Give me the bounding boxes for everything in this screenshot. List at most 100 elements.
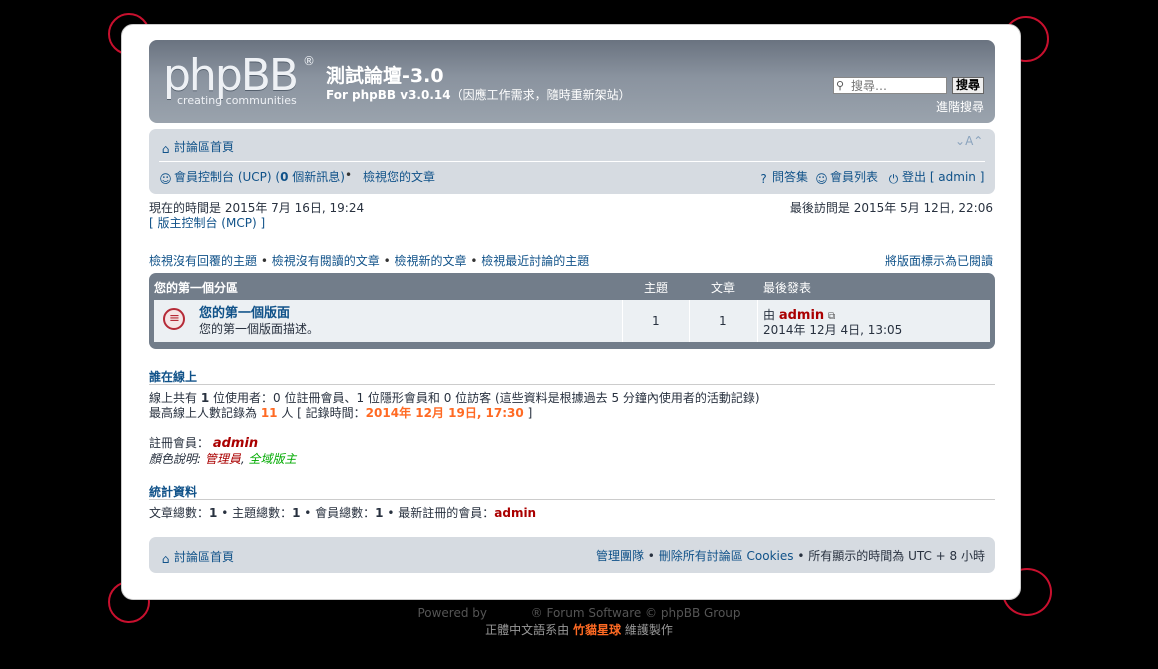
footer-home-link[interactable]: ⌂ 討論區首頁 (159, 548, 234, 566)
team-link[interactable]: 管理團隊 (596, 549, 644, 563)
total-members: 1 (375, 506, 384, 520)
breadcrumb-home[interactable]: ⌂ 討論區首頁 (159, 138, 234, 156)
members-icon: ☺ (815, 172, 828, 186)
view-own-posts-link[interactable]: 檢視您的文章 (363, 168, 435, 185)
ucp-label: 會員控制台 (UCP) ( (174, 170, 281, 184)
search-button[interactable]: 搜尋 (952, 77, 985, 94)
ucp-bullet: • (345, 168, 353, 182)
registered-users-label: 註冊會員： (149, 436, 210, 450)
logo-registered-mark: ® (303, 54, 315, 68)
online-record-time: 2014年 12月 19日, 17:30 (365, 406, 524, 420)
last-post-time: 2014年 12月 4日, 13:05 (763, 323, 903, 337)
forum-name-link[interactable]: 您的第一個版面 (199, 302, 290, 321)
mark-forums-read-link[interactable]: 將版面標示為已閱讀 (885, 252, 993, 269)
legend-admin-link[interactable]: 管理員 (205, 452, 241, 466)
member-list-link[interactable]: ☺ 會員列表 (815, 168, 878, 186)
online-record-pre: 最高線上人數記錄為 (149, 406, 261, 420)
total-topics-label: • 主題總數： (217, 506, 293, 520)
color-legend: 顏色說明: 管理員, 全域版主 (149, 450, 297, 467)
logo-tagline: creating communities (177, 94, 297, 107)
new-posts-link[interactable]: 檢視新的文章 (395, 254, 467, 268)
powered-by-prefix: Powered by (417, 606, 488, 620)
col-posts-header: 文章 (711, 281, 736, 295)
forum-page: phpBB ® creating communities 測試論壇-3.0 Fo… (121, 24, 1021, 600)
forum-category-table: 您的第一個分區 主題 文章 最後發表 您的第一個版面 您的第一個版面描述。 1 … (149, 273, 995, 349)
translation-suffix: 維護製作 (624, 623, 673, 637)
legend-label: 顏色說明: (149, 452, 202, 466)
online-summary-pre: 線上共有 (149, 391, 201, 405)
online-summary-post: 位使用者：0 位註冊會員、1 位隱形會員和 0 位訪客 (這些資料是根據過去 5… (209, 391, 760, 405)
power-icon: ⏻ (888, 172, 899, 186)
online-record-count: 11 (260, 406, 278, 420)
breadcrumb-home-label: 討論區首頁 (174, 140, 235, 154)
online-count: 1 (200, 391, 210, 405)
total-members-label: • 會員總數： (300, 506, 376, 520)
phpbb-logo[interactable]: phpBB ® creating communities (163, 50, 315, 110)
logo-wordmark: phpBB (163, 50, 299, 101)
registered-user-link[interactable]: admin (213, 436, 258, 451)
footer-navbar: ⌂ 討論區首頁 管理團隊 • 刪除所有討論區 Cookies • 所有顯示的時間為… (149, 537, 995, 573)
active-topics-link[interactable]: 檢視最近討論的主題 (481, 254, 589, 268)
search-field[interactable]: ⚲ (833, 77, 947, 94)
users-icon: ☺ (159, 172, 172, 186)
online-record-end: ] (523, 406, 533, 420)
quicklinks: 檢視沒有回覆的主題 • 檢視沒有閱讀的文章 • 檢視新的文章 • 檢視最近討論的… (149, 252, 589, 269)
mcp-link[interactable]: [ 版主控制台 (MCP) ] (149, 214, 265, 231)
navbar: ⌂ 討論區首頁 ⌄A⌃ ☺ 會員控制台 (UCP) (0 個新訊息) • 檢視您的文… (149, 129, 995, 194)
legend-separator: , (240, 452, 245, 466)
translation-team-link[interactable]: 竹貓星球 (573, 623, 621, 637)
unread-link[interactable]: 檢視沒有閱讀的文章 (272, 254, 380, 268)
last-post-by: 由 (763, 308, 776, 322)
site-description: For phpBB v3.0.14（因應工作需求，隨時重新架站） (326, 86, 631, 103)
font-decrease-icon: ⌄ (955, 134, 966, 148)
font-increase-icon: ⌃ (973, 134, 984, 148)
site-title: 測試論壇-3.0 (326, 65, 444, 87)
newest-member-label: • 最新註冊的會員： (383, 506, 495, 520)
search-icon: ⚲ (836, 79, 845, 92)
timezone-info: • 所有顯示的時間為 UTC + 8 小時 (797, 549, 985, 563)
last-visit: 最後訪問是 2015年 5月 12日, 22:06 (789, 201, 993, 215)
forum-description: 您的第一個版面描述。 (199, 322, 320, 336)
statistics-line: 文章總數：1 • 主題總數：1 • 會員總數：1 • 最新註冊的會員：admin (149, 504, 536, 521)
newest-member-link[interactable]: admin (494, 506, 536, 520)
unanswered-link[interactable]: 檢視沒有回覆的主題 (149, 254, 257, 268)
footer-links: 管理團隊 • 刪除所有討論區 Cookies • 所有顯示的時間為 UTC + … (596, 547, 985, 564)
navbar-divider (159, 161, 985, 162)
home-icon: ⌂ (161, 142, 170, 156)
site-version: For phpBB v3.0.14 (326, 88, 451, 102)
translation-prefix: 正體中文語系由 (485, 623, 570, 637)
translation-credit: 正體中文語系由 竹貓星球 維護製作 (0, 621, 1158, 638)
question-icon: ? (760, 172, 767, 186)
footer-home-label: 討論區首頁 (174, 550, 235, 564)
legend-globalmod-link[interactable]: 全域版主 (249, 452, 297, 466)
online-heading[interactable]: 誰在線上 (149, 368, 197, 385)
faq-link[interactable]: ? 問答集 (757, 168, 808, 186)
forum-post-count: 1 (719, 314, 727, 328)
site-header: phpBB ® creating communities 測試論壇-3.0 Fo… (149, 40, 995, 123)
column-divider (689, 300, 690, 342)
delete-cookies-link[interactable]: 刪除所有討論區 Cookies (659, 549, 794, 563)
faq-label: 問答集 (772, 170, 809, 184)
advanced-search-link[interactable]: 進階搜尋 (936, 98, 984, 115)
online-divider (149, 384, 995, 385)
ucp-link[interactable]: ☺ 會員控制台 (UCP) (0 個新訊息) (159, 168, 345, 186)
delete-cookies-label: 刪除所有討論區 (658, 549, 743, 563)
forum-row: 您的第一個版面 您的第一個版面描述。 1 1 由 admin ⧉ 2014年 1… (154, 300, 990, 342)
statistics-divider (149, 499, 995, 500)
member-list-label: 會員列表 (830, 170, 879, 184)
bullet: • (383, 254, 391, 268)
total-posts-label: 文章總數： (149, 506, 210, 520)
bullet: • (260, 254, 268, 268)
category-title[interactable]: 您的第一個分區 (154, 279, 238, 296)
column-divider (757, 300, 758, 342)
bullet: • (647, 549, 655, 563)
logout-link[interactable]: ⏻ 登出 [ admin ] (887, 168, 985, 186)
col-topics-header: 主題 (644, 281, 669, 295)
search-input[interactable] (851, 78, 943, 93)
font-size-toggle[interactable]: ⌄A⌃ (955, 134, 983, 148)
bullet: • (470, 254, 478, 268)
powered-by: Powered by ® Forum Software © phpBB Grou… (0, 606, 1158, 620)
site-desc-note: （因應工作需求，隨時重新架站） (450, 88, 631, 102)
registered-users: 註冊會員： admin (149, 434, 258, 451)
home-icon: ⌂ (161, 552, 170, 566)
